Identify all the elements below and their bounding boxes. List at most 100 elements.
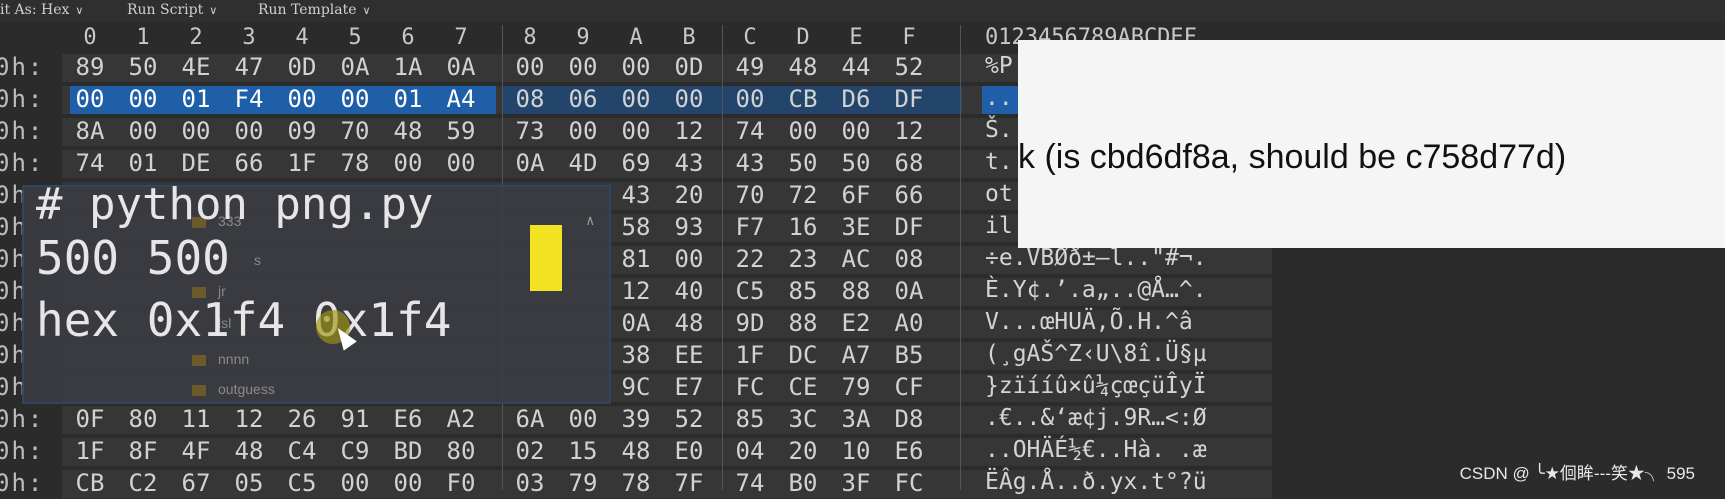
hex-byte[interactable]: 00 — [505, 53, 555, 81]
hex-byte[interactable]: 6F — [831, 181, 881, 209]
hex-byte[interactable]: 3A — [831, 405, 881, 433]
ascii-text[interactable]: Š. — [985, 117, 1013, 143]
hex-byte[interactable]: A0 — [884, 309, 934, 337]
ascii-text[interactable]: (¸gAŠ^Z‹U\8î.Ü§µ — [985, 341, 1207, 367]
run-script-menu[interactable]: Run Script ∨ — [127, 2, 217, 18]
hex-byte[interactable]: 00 — [778, 117, 828, 145]
hex-byte[interactable]: 70 — [330, 117, 380, 145]
hex-byte[interactable]: 00 — [224, 117, 274, 145]
hex-byte[interactable]: 78 — [611, 469, 661, 497]
hex-byte[interactable]: 09 — [277, 117, 327, 145]
hex-byte[interactable]: 0A — [884, 277, 934, 305]
hex-byte[interactable]: FC — [884, 469, 934, 497]
hex-byte[interactable]: F4 — [224, 85, 274, 113]
hex-byte[interactable]: 00 — [611, 117, 661, 145]
hex-byte[interactable]: 47 — [224, 53, 274, 81]
hex-byte[interactable]: 1F — [65, 437, 115, 465]
hex-byte[interactable]: DF — [884, 213, 934, 241]
hex-byte[interactable]: E6 — [383, 405, 433, 433]
hex-byte[interactable]: 06 — [558, 85, 608, 113]
hex-byte[interactable]: 39 — [611, 405, 661, 433]
hex-byte[interactable]: F0 — [436, 469, 486, 497]
hex-byte[interactable]: A4 — [436, 85, 486, 113]
ascii-text[interactable]: ot — [985, 181, 1013, 207]
hex-byte[interactable]: D8 — [884, 405, 934, 433]
hex-byte[interactable]: 40 — [664, 277, 714, 305]
hex-byte[interactable]: 0A — [505, 149, 555, 177]
ascii-text[interactable]: ..OHÄÉ½€..Hà. .æ — [985, 437, 1207, 463]
edit-as-menu[interactable]: it As: Hex ∨ — [0, 2, 83, 18]
hex-byte[interactable]: 01 — [171, 85, 221, 113]
hex-byte[interactable]: 0F — [65, 405, 115, 433]
hex-byte[interactable]: 73 — [505, 117, 555, 145]
hex-byte[interactable]: 70 — [725, 181, 775, 209]
hex-byte[interactable]: C5 — [725, 277, 775, 305]
hex-byte[interactable]: 48 — [664, 309, 714, 337]
hex-byte[interactable]: 00 — [664, 245, 714, 273]
hex-byte[interactable]: 9C — [611, 373, 661, 401]
hex-byte[interactable]: 52 — [884, 53, 934, 81]
hex-byte[interactable]: 00 — [118, 117, 168, 145]
hex-byte[interactable]: 05 — [224, 469, 274, 497]
hex-byte[interactable]: 26 — [277, 405, 327, 433]
hex-byte[interactable]: 22 — [725, 245, 775, 273]
hex-byte[interactable]: 49 — [725, 53, 775, 81]
hex-byte[interactable]: 9D — [725, 309, 775, 337]
hex-byte[interactable]: EE — [664, 341, 714, 369]
ascii-text[interactable]: V...œHUÄ,Õ.H.^â — [985, 309, 1193, 335]
hex-byte[interactable]: 79 — [558, 469, 608, 497]
hex-byte[interactable]: 00 — [118, 85, 168, 113]
hex-byte[interactable]: C4 — [277, 437, 327, 465]
hex-byte[interactable]: 7F — [664, 469, 714, 497]
hex-byte[interactable]: 0A — [330, 53, 380, 81]
hex-byte[interactable]: 00 — [65, 85, 115, 113]
ascii-text[interactable]: ÷e.VBØð±—l.."#¬. — [985, 245, 1207, 271]
ascii-text[interactable]: .. — [985, 85, 1013, 111]
hex-byte[interactable]: 00 — [664, 85, 714, 113]
hex-byte[interactable]: 89 — [65, 53, 115, 81]
hex-byte[interactable]: 0A — [611, 309, 661, 337]
hex-byte[interactable]: 15 — [558, 437, 608, 465]
hex-byte[interactable]: DF — [884, 85, 934, 113]
hex-byte[interactable]: 00 — [611, 85, 661, 113]
hex-byte[interactable]: 01 — [383, 85, 433, 113]
hex-byte[interactable]: 43 — [611, 181, 661, 209]
hex-byte[interactable]: 04 — [725, 437, 775, 465]
hex-byte[interactable]: 23 — [778, 245, 828, 273]
hex-byte[interactable]: 08 — [884, 245, 934, 273]
hex-byte[interactable]: 74 — [725, 117, 775, 145]
hex-byte[interactable]: 50 — [118, 53, 168, 81]
hex-byte[interactable]: 00 — [330, 469, 380, 497]
hex-byte[interactable]: 3C — [778, 405, 828, 433]
hex-byte[interactable]: 12 — [224, 405, 274, 433]
hex-byte[interactable]: BD — [383, 437, 433, 465]
hex-byte[interactable]: DC — [778, 341, 828, 369]
hex-byte[interactable]: 20 — [664, 181, 714, 209]
hex-byte[interactable]: E6 — [884, 437, 934, 465]
hex-byte[interactable]: 38 — [611, 341, 661, 369]
hex-byte[interactable]: 1F — [277, 149, 327, 177]
hex-byte[interactable]: C5 — [277, 469, 327, 497]
hex-byte[interactable]: 12 — [611, 277, 661, 305]
hex-byte[interactable]: 43 — [725, 149, 775, 177]
hex-byte[interactable]: 80 — [436, 437, 486, 465]
hex-byte[interactable]: 74 — [725, 469, 775, 497]
hex-byte[interactable]: 00 — [330, 85, 380, 113]
hex-byte[interactable]: 00 — [558, 405, 608, 433]
hex-byte[interactable]: CE — [778, 373, 828, 401]
hex-byte[interactable]: 00 — [171, 117, 221, 145]
hex-byte[interactable]: 50 — [778, 149, 828, 177]
hex-byte[interactable]: F7 — [725, 213, 775, 241]
hex-byte[interactable]: 00 — [558, 117, 608, 145]
hex-byte[interactable]: 68 — [884, 149, 934, 177]
hex-byte[interactable]: 91 — [330, 405, 380, 433]
hex-byte[interactable]: 3E — [831, 213, 881, 241]
hex-byte[interactable]: 58 — [611, 213, 661, 241]
hex-byte[interactable]: A2 — [436, 405, 486, 433]
hex-byte[interactable]: 4E — [171, 53, 221, 81]
hex-byte[interactable]: CB — [65, 469, 115, 497]
hex-byte[interactable]: 00 — [831, 117, 881, 145]
ascii-text[interactable]: È.Y¢.’.a„..@Å…^. — [985, 277, 1207, 303]
hex-byte[interactable]: 00 — [383, 149, 433, 177]
hex-byte[interactable]: 00 — [611, 53, 661, 81]
